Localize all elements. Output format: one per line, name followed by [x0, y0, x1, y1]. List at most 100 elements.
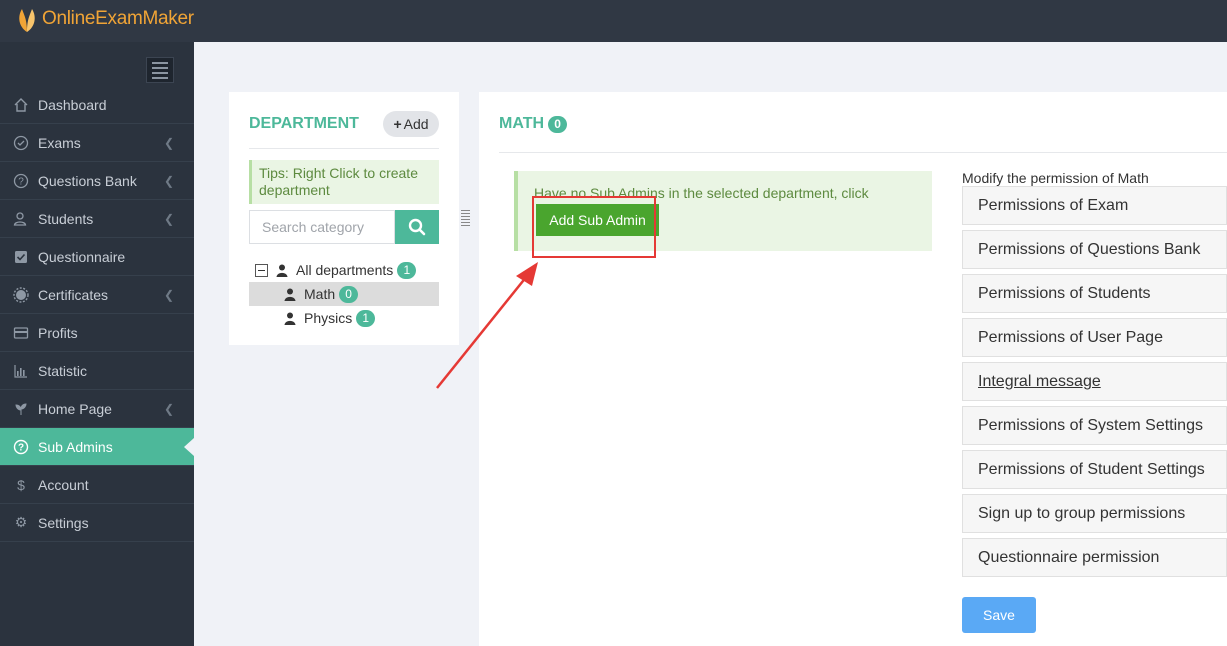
logo[interactable]: OnlineExamMaker [16, 4, 194, 34]
permission-label: Sign up to group permissions [978, 504, 1186, 522]
sidebar-item-label: Questionnaire [38, 248, 126, 265]
tree-node-label: All departments [296, 262, 394, 278]
permissions-title: Modify the permission of Math [962, 170, 1149, 186]
user-icon [284, 288, 296, 301]
top-bar: OnlineExamMaker [0, 0, 1227, 42]
tree-node-physics[interactable]: Physics 1 [249, 306, 439, 330]
sidebar-item-questions-bank[interactable]: ? Questions Bank ❮ [0, 162, 194, 200]
count-badge: 1 [397, 261, 417, 279]
department-tree: All departments 1 Math 0 Physics 1 [249, 258, 439, 330]
permission-integral-message[interactable]: Integral message [962, 362, 1227, 401]
question-circle-icon: ? [12, 172, 30, 190]
search-icon [408, 218, 426, 236]
sidebar: Dashboard Exams ❮ ? Questions Bank ❮ Stu… [0, 42, 194, 646]
sidebar-item-label: Exams [38, 134, 81, 151]
sidebar-item-questionnaire[interactable]: Questionnaire [0, 238, 194, 276]
sidebar-item-label: Questions Bank [38, 172, 137, 189]
chevron-left-icon: ❮ [163, 402, 174, 416]
tree-node-label: Math [304, 286, 336, 302]
sidebar-item-exams[interactable]: Exams ❮ [0, 124, 194, 162]
tree-node-label: Physics [304, 310, 353, 326]
page-title: MATH 0 [499, 115, 568, 133]
count-badge: 0 [339, 285, 359, 303]
permission-exam[interactable]: Permissions of Exam [962, 186, 1227, 225]
annotation-highlight-box [532, 196, 656, 258]
divider [249, 148, 439, 149]
sidebar-item-label: Sub Admins [38, 438, 113, 455]
sidebar-item-label: Profits [38, 324, 78, 341]
checkbox-icon [12, 248, 30, 266]
panel-resize-handle[interactable] [461, 210, 470, 230]
add-department-button[interactable]: + Add [383, 111, 439, 137]
add-department-label: Add [403, 116, 429, 132]
user-icon [276, 264, 288, 277]
chevron-left-icon: ❮ [163, 136, 174, 150]
chevron-left-icon: ❮ [163, 288, 174, 302]
sidebar-item-label: Settings [38, 514, 89, 531]
sidebar-item-certificates[interactable]: Certificates ❮ [0, 276, 194, 314]
main-panel: MATH 0 Have no Sub Admins in the selecte… [479, 92, 1227, 646]
tree-node-math[interactable]: Math 0 [249, 282, 439, 306]
sidebar-item-label: Home Page [38, 400, 112, 417]
user-icon [284, 312, 296, 325]
permission-questions-bank[interactable]: Permissions of Questions Bank [962, 230, 1227, 269]
bar-chart-icon [12, 362, 30, 380]
sidebar-item-dashboard[interactable]: Dashboard [0, 86, 194, 124]
page-title-text: MATH [499, 115, 545, 132]
tree-node-all-departments[interactable]: All departments 1 [249, 258, 439, 282]
permission-label: Integral message [978, 372, 1101, 390]
sidebar-item-profits[interactable]: Profits [0, 314, 194, 352]
sidebar-nav: Dashboard Exams ❮ ? Questions Bank ❮ Stu… [0, 86, 194, 542]
permission-student-settings[interactable]: Permissions of Student Settings [962, 450, 1227, 489]
svg-text:?: ? [18, 176, 24, 187]
sidebar-item-label: Account [38, 476, 89, 493]
plus-icon: + [393, 116, 402, 132]
logo-leaf-icon [16, 5, 38, 33]
permission-label: Permissions of System Settings [978, 416, 1203, 434]
sidebar-item-students[interactable]: Students ❮ [0, 200, 194, 238]
permission-system-settings[interactable]: Permissions of System Settings [962, 406, 1227, 445]
permission-sign-up-group[interactable]: Sign up to group permissions [962, 494, 1227, 533]
permission-label: Questionnaire permission [978, 548, 1160, 566]
sidebar-item-label: Statistic [38, 362, 88, 379]
users-icon [12, 210, 30, 228]
gear-icon: ⚙ [14, 514, 28, 530]
svg-text:?: ? [18, 442, 24, 453]
count-badge: 0 [548, 115, 568, 133]
tips-box: Tips: Right Click to create department [249, 160, 439, 204]
sidebar-item-label: Dashboard [38, 96, 107, 113]
sidebar-item-home-page[interactable]: Home Page ❮ [0, 390, 194, 428]
permission-label: Permissions of Questions Bank [978, 240, 1201, 258]
check-circle-icon [12, 134, 30, 152]
permission-label: Permissions of User Page [978, 328, 1163, 346]
permission-students[interactable]: Permissions of Students [962, 274, 1227, 313]
sidebar-item-label: Certificates [38, 286, 109, 303]
sidebar-item-sub-admins[interactable]: ? Sub Admins [0, 428, 194, 466]
question-circle-icon: ? [12, 438, 30, 456]
logo-text: OnlineExamMaker [42, 8, 194, 29]
permission-label: Permissions of Exam [978, 196, 1129, 214]
department-title: DEPARTMENT [249, 115, 359, 132]
chevron-left-icon: ❮ [163, 212, 174, 226]
certificate-icon [12, 286, 30, 304]
count-badge: 1 [356, 309, 376, 327]
department-panel: DEPARTMENT + Add Tips: Right Click to cr… [229, 92, 459, 345]
permission-user-page[interactable]: Permissions of User Page [962, 318, 1227, 357]
search-button[interactable] [395, 210, 439, 244]
search-category-input[interactable] [249, 210, 395, 244]
credit-card-icon [12, 324, 30, 342]
sidebar-item-account[interactable]: $ Account [0, 466, 194, 504]
permission-label: Permissions of Student Settings [978, 460, 1205, 478]
leaf-icon [12, 400, 30, 418]
save-button[interactable]: Save [962, 597, 1036, 633]
chevron-left-icon: ❮ [163, 174, 174, 188]
home-icon [12, 96, 30, 114]
divider [499, 152, 1227, 153]
permission-label: Permissions of Students [978, 284, 1151, 302]
sidebar-toggle-button[interactable] [146, 57, 174, 83]
collapse-toggle-icon[interactable] [255, 263, 268, 277]
permission-questionnaire[interactable]: Questionnaire permission [962, 538, 1227, 577]
sidebar-item-settings[interactable]: ⚙ Settings [0, 504, 194, 542]
permissions-list: Permissions of Exam Permissions of Quest… [962, 186, 1227, 582]
sidebar-item-statistic[interactable]: Statistic [0, 352, 194, 390]
